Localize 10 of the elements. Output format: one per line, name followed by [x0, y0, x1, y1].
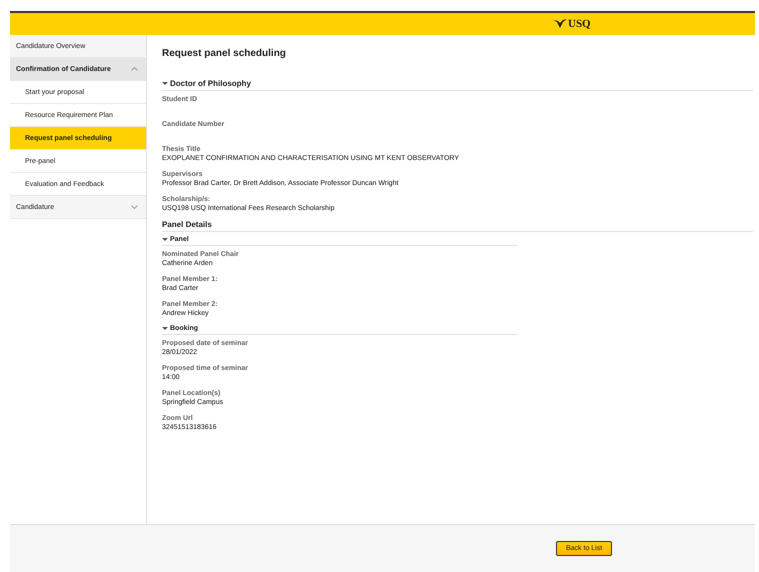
caret-down-icon[interactable]	[162, 237, 168, 242]
section-title: Panel Details	[162, 220, 212, 229]
caret-down-icon[interactable]	[162, 326, 168, 331]
section-title[interactable]: Doctor of Philosophy	[170, 79, 251, 88]
logo-text: USQ	[568, 18, 591, 30]
chevron-down-icon[interactable]	[131, 205, 138, 209]
bird-icon	[553, 19, 567, 29]
caret-down-icon[interactable]	[162, 81, 168, 86]
chevron-up-icon[interactable]	[131, 67, 138, 71]
page-title: Request panel scheduling	[162, 48, 287, 59]
